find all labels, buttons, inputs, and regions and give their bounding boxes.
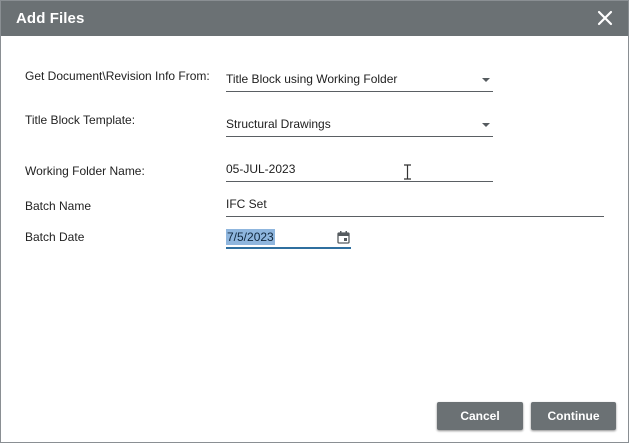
batch-name-value: IFC Set: [226, 197, 267, 211]
get-info-from-label: Get Document\Revision Info From:: [25, 69, 210, 83]
close-icon[interactable]: [594, 7, 616, 29]
continue-button[interactable]: Continue: [531, 402, 616, 430]
title-block-template-value: Structural Drawings: [226, 117, 331, 131]
title-block-template-select[interactable]: Structural Drawings: [226, 114, 493, 137]
dialog-titlebar: Add Files: [1, 1, 628, 36]
batch-date-label: Batch Date: [25, 230, 85, 244]
dialog-title: Add Files: [16, 10, 85, 27]
batch-name-label: Batch Name: [25, 199, 92, 213]
batch-name-input[interactable]: IFC Set: [226, 194, 604, 217]
text-cursor-icon: [404, 164, 411, 180]
cancel-button[interactable]: Cancel: [437, 402, 523, 430]
batch-date-value: 7/5/2023: [226, 229, 275, 245]
get-info-from-value: Title Block using Working Folder: [226, 72, 398, 86]
get-info-from-select[interactable]: Title Block using Working Folder: [226, 69, 493, 92]
title-block-template-label: Title Block Template:: [25, 113, 136, 127]
chevron-down-icon: [482, 123, 490, 127]
working-folder-name-value: 05-JUL-2023: [226, 162, 296, 176]
calendar-icon[interactable]: [337, 231, 350, 244]
working-folder-name-label: Working Folder Name:: [25, 164, 145, 178]
add-files-dialog: Add Files Get Document\Revision Info Fro…: [0, 0, 629, 443]
chevron-down-icon: [482, 78, 490, 82]
working-folder-name-input[interactable]: 05-JUL-2023: [226, 159, 493, 182]
batch-date-input[interactable]: 7/5/2023: [226, 229, 351, 249]
